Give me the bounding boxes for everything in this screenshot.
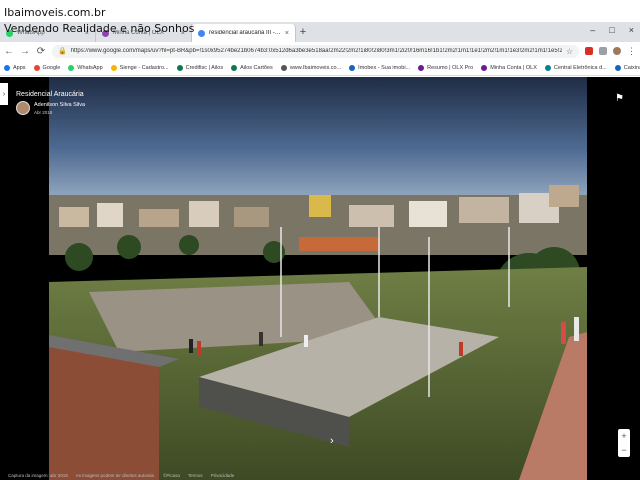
- bookmark-label: Imobex - Sua imobi...: [358, 64, 411, 71]
- privacy-link[interactable]: Privacidade: [211, 473, 235, 478]
- zoom-in-button[interactable]: +: [621, 431, 626, 441]
- sky: [49, 77, 587, 207]
- bookmark-item[interactable]: Central Eletrônica d...: [544, 64, 607, 71]
- bookmark-favicon-icon: [110, 64, 117, 71]
- photo-info-card: Residencial Araucária Adenilson Silva Si…: [16, 91, 85, 115]
- terms-link[interactable]: Termos: [188, 473, 203, 478]
- bookmark-item[interactable]: Imobex - Sua imobi...: [349, 64, 411, 71]
- bookmark-favicon-icon: [33, 64, 40, 71]
- bookmark-favicon-icon: [68, 64, 75, 71]
- tab-label: residencial araucária III - Pesquisa: [209, 30, 281, 36]
- bookmarks-bar: Apps Google WhatsApp Sienge - Cadastro... Cr…: [0, 60, 640, 76]
- bookmark-label: www.Ibaimoveis.co...: [289, 64, 342, 71]
- zoom-out-button[interactable]: −: [621, 445, 626, 455]
- window-controls: – □ ×: [590, 25, 634, 35]
- address-row: ← → ⟳ 🔒 ☆ ⋮: [0, 42, 640, 60]
- profile-avatar-icon[interactable]: [613, 47, 621, 55]
- bookmark-favicon-icon: [349, 64, 356, 71]
- bookmark-label: Credifisc | Ailos: [185, 64, 224, 71]
- copyright-note: As imagens podem ter direitos autorais.: [75, 473, 156, 478]
- side-panel-toggle-button[interactable]: ›: [0, 83, 8, 105]
- new-tab-button[interactable]: +: [296, 26, 310, 38]
- url-input[interactable]: [70, 48, 562, 54]
- extension-icon[interactable]: [599, 47, 607, 55]
- zoom-control: + −: [618, 429, 630, 457]
- bookmark-item[interactable]: Credifisc | Ailos: [176, 64, 224, 71]
- bookmark-label: Central Eletrônica d...: [553, 64, 607, 71]
- tab-google-search[interactable]: residencial araucária III - Pesquisa ×: [192, 24, 296, 42]
- bookmark-item[interactable]: www.Ibaimoveis.co...: [280, 64, 342, 71]
- author-name[interactable]: Adenilson Silva Silva: [34, 102, 85, 108]
- reload-icon[interactable]: ⟳: [36, 46, 46, 57]
- forward-icon[interactable]: →: [20, 46, 30, 57]
- picasa-link[interactable]: ©Picasa: [163, 473, 180, 478]
- bookmark-item[interactable]: Minha Conta | OLX: [481, 64, 537, 71]
- omnibox[interactable]: 🔒 ☆: [52, 44, 579, 58]
- watermark-slogan: Vendendo Realidade e não Sonhos: [4, 22, 195, 35]
- bookmark-item[interactable]: Ailos Cartões: [231, 64, 273, 71]
- bookmark-star-icon[interactable]: ☆: [566, 47, 573, 56]
- lock-icon: 🔒: [58, 48, 67, 55]
- bookmark-label: Caixinas oferecidas...: [623, 64, 640, 71]
- google-favicon-icon: [198, 29, 205, 37]
- bookmark-favicon-icon: [280, 64, 287, 71]
- maps-photo-viewer: › Residencial Araucária Adenilson Silva …: [0, 77, 640, 480]
- minimize-icon[interactable]: –: [590, 25, 595, 35]
- bookmark-item[interactable]: Google: [33, 64, 61, 71]
- bookmark-favicon-icon: [481, 64, 488, 71]
- bookmark-label: WhatsApp: [77, 64, 103, 71]
- close-tab-icon[interactable]: ×: [285, 30, 289, 37]
- watermark-site: Ibaimoveis.com.br: [4, 6, 106, 19]
- next-photo-arrow-icon[interactable]: ›: [330, 435, 334, 447]
- bookmark-favicon-icon: [418, 64, 425, 71]
- close-window-icon[interactable]: ×: [629, 25, 634, 35]
- bookmark-item[interactable]: Sienge - Cadastro...: [110, 64, 169, 71]
- author-avatar[interactable]: [16, 101, 30, 115]
- maximize-icon[interactable]: □: [609, 25, 614, 35]
- bookmark-favicon-icon: [231, 64, 238, 71]
- bookmark-favicon-icon: [544, 64, 551, 71]
- bookmark-favicon-icon: [4, 64, 10, 71]
- skatepark-photo: [49, 77, 587, 480]
- back-icon[interactable]: ←: [4, 46, 14, 57]
- place-title[interactable]: Residencial Araucária: [16, 91, 85, 98]
- capture-date: Captura da imagem: abr 2018: [8, 473, 68, 478]
- bookmark-item[interactable]: Caixinas oferecidas...: [614, 64, 640, 71]
- report-flag-icon[interactable]: ⚑: [615, 93, 624, 104]
- bookmark-item[interactable]: WhatsApp: [68, 64, 103, 71]
- bookmark-label: Minha Conta | OLX: [490, 64, 537, 71]
- bookmark-label: Sienge - Cadastro...: [119, 64, 169, 71]
- bookmark-favicon-icon: [614, 64, 621, 71]
- bookmark-label: Ailos Cartões: [240, 64, 273, 71]
- bookmark-label: Google: [42, 64, 61, 71]
- photo-footer: Captura da imagem: abr 2018 As imagens p…: [8, 473, 234, 478]
- bookmark-label: Apps: [13, 64, 26, 71]
- panorama-photo[interactable]: [49, 77, 587, 480]
- screenshot-root: Ibaimoveis.com.br Vendendo Realidade e n…: [0, 0, 640, 480]
- bookmark-item[interactable]: Apps: [4, 64, 26, 71]
- bookmark-favicon-icon: [176, 64, 183, 71]
- bookmark-item[interactable]: Resumo | OLX Pro: [418, 64, 474, 71]
- photo-date: Abr 2018: [34, 109, 53, 115]
- extension-icon[interactable]: [585, 47, 593, 55]
- browser-menu-icon[interactable]: ⋮: [627, 46, 636, 57]
- bookmark-label: Resumo | OLX Pro: [427, 64, 474, 71]
